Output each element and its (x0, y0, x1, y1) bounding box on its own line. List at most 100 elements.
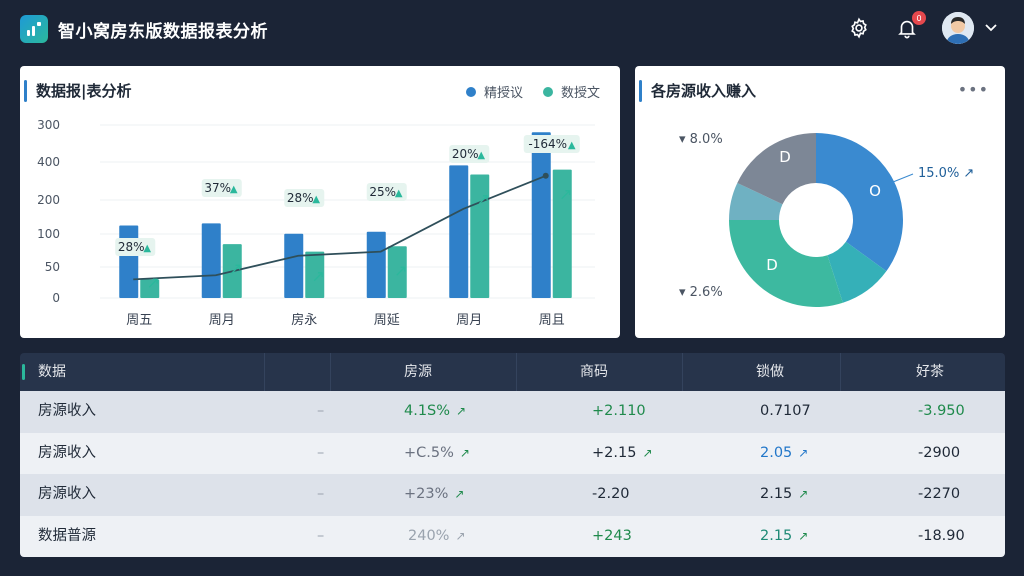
y-tick-label: 100 (37, 227, 60, 241)
trend-up-icon: ↗ (559, 185, 572, 204)
table-row[interactable]: 房源收入 – +23% ↗ -2.20 2.15 ↗ -2270 (20, 474, 1005, 516)
up-arrow-icon: ▲ (143, 243, 151, 254)
col-header-code[interactable]: 商码 (580, 353, 608, 391)
x-tick-label: 房永 (291, 312, 317, 328)
col-header-data[interactable]: 数据 (22, 353, 66, 391)
trend-up-icon: ↗ (229, 259, 242, 278)
pie-label-right: 15.0% ↗ (918, 166, 974, 181)
settings-gear-icon[interactable] (846, 15, 872, 41)
pie-label-top-left: ▾ 8.0% (679, 132, 723, 147)
donut-slice (729, 220, 843, 307)
cell-tea: -18.90 (918, 527, 965, 544)
segment-label: O (869, 182, 881, 200)
trend-up-icon: ↗ (456, 404, 467, 418)
row-label: 房源收入 (38, 486, 96, 502)
cell-tea: -2900 (918, 444, 961, 461)
bar-series-1 (284, 233, 304, 298)
annotation-label: 28% (118, 240, 145, 254)
col-header-listing[interactable]: 房源 (404, 353, 432, 391)
segment-label: D (766, 256, 778, 274)
user-avatar[interactable] (942, 12, 974, 44)
annotation-label: 28% (287, 191, 314, 205)
row-label: 房源收入 (38, 444, 96, 461)
pie-label-bottom-left: ▾ 2.6% (679, 285, 723, 300)
donut-chart: O D D ▾ 8.0% 15.0% ↗ ▾ 2.6% (679, 132, 974, 307)
segment-label: D (779, 148, 791, 166)
callout-line (892, 173, 914, 183)
trend-up-icon: ↗ (477, 190, 490, 209)
annotation-label: 25% (369, 185, 396, 199)
cell-listing: +C.5% ↗ (404, 444, 470, 461)
x-tick-label: 周五 (126, 313, 152, 328)
row-dash: – (317, 486, 325, 502)
row-label: 数据普源 (38, 527, 96, 544)
row-label: 房源收入 (38, 403, 96, 419)
x-tick-label: 周且 (539, 313, 565, 328)
row-dash: – (317, 444, 325, 461)
up-arrow-icon: ▲ (312, 194, 320, 205)
chevron-down-icon[interactable] (984, 19, 998, 38)
cell-listing: 4.1S% ↗ (404, 403, 467, 419)
x-tick-label: 周月 (456, 313, 482, 328)
bar-series-1 (201, 223, 221, 298)
pie-chart-card: 各房源收入赚入 ••• O D D ▾ 8.0% 15.0% ↗ ▾ 2.6% (635, 66, 1005, 338)
col-header-lock[interactable]: 锁做 (756, 353, 784, 391)
trend-line-endpoint (542, 172, 549, 179)
app-title: 智小窝房东版数据报表分析 (58, 21, 268, 42)
table-header: 数据 房源 商码 锁做 好茶 (20, 353, 1005, 391)
trend-up-icon: ↗ (147, 273, 160, 292)
up-arrow-icon: ▲ (568, 140, 576, 151)
y-tick-label: 200 (37, 193, 60, 207)
cell-lock: 2.05 ↗ (760, 444, 809, 461)
x-tick-label: 周延 (374, 313, 400, 328)
cell-listing: 240% ↗ (408, 527, 466, 544)
table-row[interactable]: 房源收入 – +C.5% ↗ +2.15 ↗ 2.05 ↗ -2900 (20, 432, 1005, 474)
trend-up-icon: ↗ (798, 445, 809, 460)
bar-series-1 (531, 132, 551, 298)
donut-slice (816, 133, 903, 272)
up-arrow-icon: ▲ (230, 184, 238, 195)
annotation-label: -164% (528, 137, 567, 151)
x-tick-label: 周月 (209, 313, 235, 328)
y-tick-label: 400 (37, 155, 60, 169)
y-tick-label: 300 (37, 118, 60, 132)
trend-up-icon: ↗ (798, 487, 809, 501)
y-tick-label: 0 (52, 291, 60, 305)
trend-up-icon: ↗ (455, 528, 466, 543)
col-header-tea[interactable]: 好茶 (916, 353, 944, 391)
cell-lock: 2.15 ↗ (760, 486, 809, 502)
annotation-label: 20% (452, 147, 479, 161)
bar-series-1 (366, 231, 386, 298)
cell-lock: 0.7107 (760, 403, 811, 419)
app-logo-icon (20, 15, 48, 43)
up-arrow-icon: ▲ (477, 150, 485, 161)
trend-up-icon: ↗ (798, 528, 809, 543)
annotation-label: 37% (204, 181, 231, 195)
notification-bell-icon[interactable]: 0 (894, 11, 926, 41)
bar-chart: 300400200100500周五 周月 房永 周延 周月 周且28%▲↗37%▲↗28%… (37, 118, 595, 328)
trend-up-icon: ↗ (394, 261, 407, 280)
table-body: 房源收入 – 4.1S% ↗ +2.110 0.7107 -3.950 房源收入 … (20, 391, 1005, 557)
cell-code: -2.20 (592, 486, 630, 502)
trend-up-icon: ↗ (312, 267, 325, 286)
table-row[interactable]: 房源收入 – 4.1S% ↗ +2.110 0.7107 -3.950 (20, 391, 1005, 433)
y-tick-label: 50 (45, 260, 60, 274)
cell-tea: -2270 (918, 486, 961, 502)
up-arrow-icon: ▲ (395, 188, 403, 199)
bar-series-1 (449, 165, 469, 298)
notification-badge: 0 (912, 11, 926, 25)
cell-code: +2.15 ↗ (592, 444, 653, 461)
cell-listing: +23% ↗ (404, 486, 465, 502)
cell-code: +2.110 (592, 403, 646, 419)
data-table: 数据 房源 商码 锁做 好茶 房源收入 – 4.1S% ↗ +2.110 0.71… (20, 353, 1005, 557)
bar-chart-card: 数据报|表分析 精授议 数授文 300 400 200 100 50 0 周五 周月 房永 周延周… (20, 66, 620, 338)
app-header: 智小窝房东版数据报表分析 0 (0, 0, 1024, 58)
cell-code: +243 (592, 527, 632, 544)
row-dash: – (317, 403, 325, 419)
row-dash: – (317, 527, 325, 544)
trend-up-icon: ↗ (459, 445, 470, 460)
trend-up-icon: ↗ (454, 487, 465, 501)
table-row[interactable]: 数据普源 – 240% ↗ +243 2.15 ↗ -18.90 (20, 515, 1005, 557)
cell-tea: -3.950 (918, 403, 965, 419)
trend-up-icon: ↗ (642, 445, 653, 460)
